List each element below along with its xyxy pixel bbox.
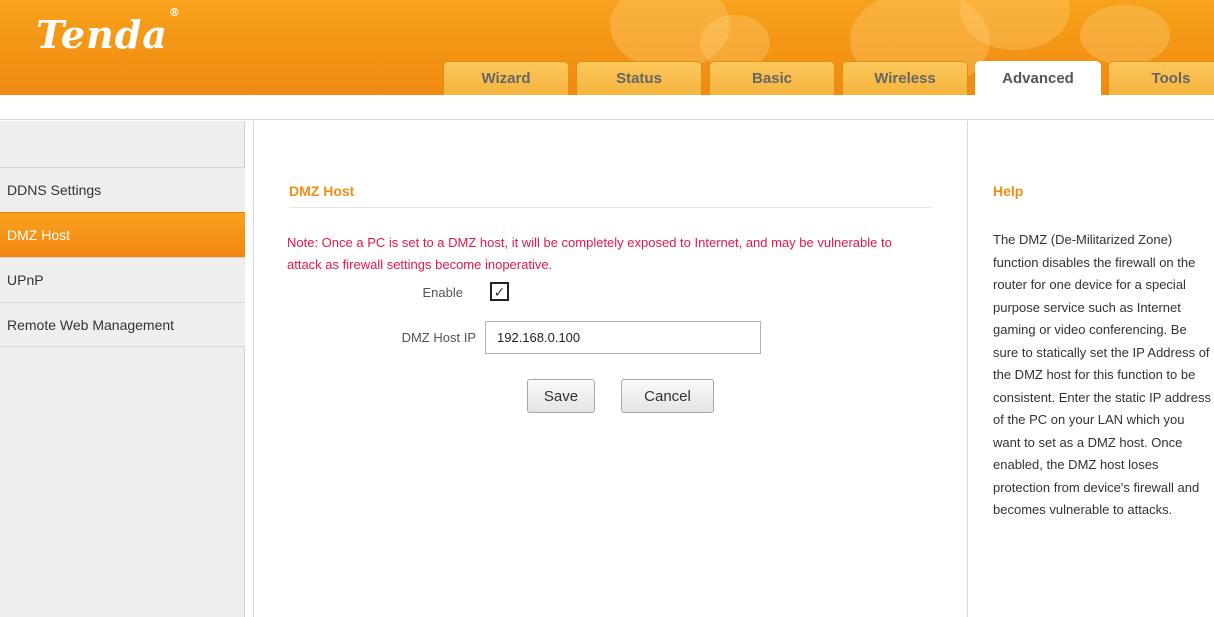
page-title: DMZ Host <box>289 183 932 208</box>
enable-checkbox[interactable]: ✓ <box>490 282 509 301</box>
brand-logo-text: Tenda <box>36 12 168 57</box>
tab-status[interactable]: Status <box>576 61 702 95</box>
help-text: The DMZ (De-Militarized Zone) function d… <box>993 232 1211 517</box>
sidebar-item-ddns-settings[interactable]: DDNS Settings <box>0 167 245 212</box>
header-decoration <box>1080 5 1170 65</box>
sidebar-item-dmz-host[interactable]: DMZ Host <box>0 212 245 257</box>
tab-wireless[interactable]: Wireless <box>842 61 968 95</box>
sidebar-item-upnp[interactable]: UPnP <box>0 257 245 302</box>
brand-logo: Tenda® <box>36 6 181 57</box>
tab-advanced[interactable]: Advanced <box>975 61 1101 95</box>
registered-mark: ® <box>168 6 181 20</box>
header-bar: Tenda® Wizard Status Basic Wireless Adva… <box>0 0 1214 95</box>
enable-label: Enable <box>422 285 463 300</box>
sidebar-item-remote-web-management[interactable]: Remote Web Management <box>0 302 245 347</box>
header-spacer <box>0 95 1214 120</box>
dmz-host-ip-input[interactable] <box>485 321 761 354</box>
main-nav-tabs: Wizard Status Basic Wireless Advanced To… <box>443 61 1214 95</box>
sidebar: DDNS Settings DMZ Host UPnP Remote Web M… <box>0 121 245 617</box>
main-content: DMZ Host Note: Once a PC is set to a DMZ… <box>253 121 968 617</box>
help-title: Help <box>993 183 1024 199</box>
help-panel: Help The DMZ (De-Militarized Zone) funct… <box>969 121 1214 617</box>
tab-basic[interactable]: Basic <box>709 61 835 95</box>
tab-wizard[interactable]: Wizard <box>443 61 569 95</box>
tab-tools[interactable]: Tools <box>1108 61 1214 95</box>
cancel-button[interactable]: Cancel <box>621 379 714 413</box>
save-button[interactable]: Save <box>527 379 595 413</box>
dmz-host-ip-label: DMZ Host IP <box>401 330 476 345</box>
checkmark-icon: ✓ <box>493 283 506 300</box>
warning-note: Note: Once a PC is set to a DMZ host, it… <box>287 235 892 272</box>
